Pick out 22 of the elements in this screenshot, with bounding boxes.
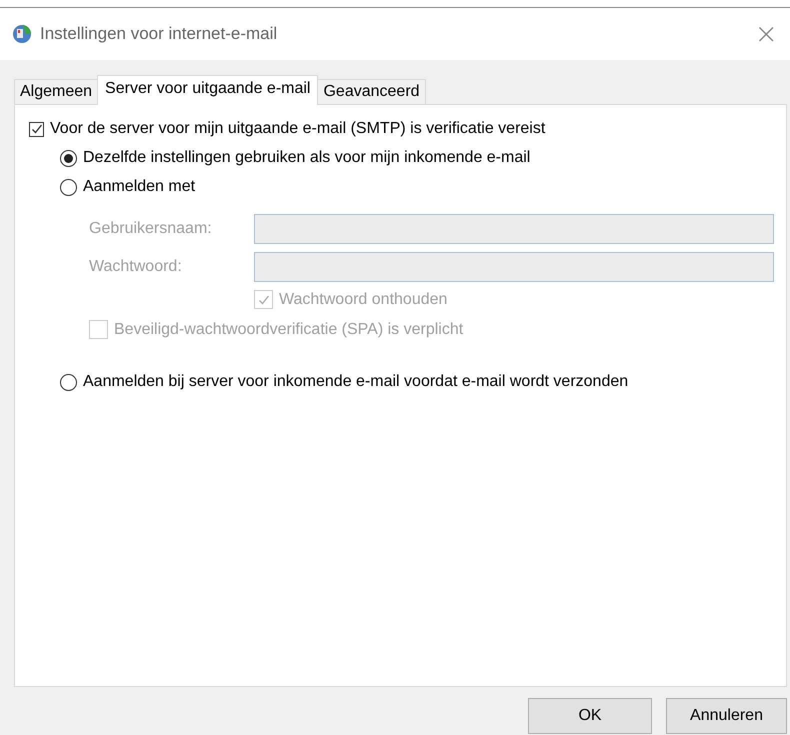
checkbox-label: Wachtwoord onthouden — [279, 290, 448, 308]
tab[interactable]: Server voor uitgaande e-mail — [97, 75, 318, 105]
dialog-button[interactable]: Annuleren — [666, 698, 787, 734]
globe-icon — [12, 24, 32, 44]
checkbox[interactable] — [29, 122, 44, 136]
field-label: Gebruikersnaam: — [89, 220, 213, 238]
radio-label: Dezelfde instellingen gebruiken als voor mijn inkomende e-mail — [83, 149, 530, 167]
close-button[interactable]: × — [752, 20, 780, 48]
field-label: Wachtwoord: — [89, 258, 183, 276]
checkbox-label: Voor de server voor mijn uitgaande e-mail (SMTP) is verificatie vereist — [50, 120, 546, 138]
check-icon — [30, 123, 42, 135]
dialog-button[interactable]: OK — [528, 698, 652, 734]
radio-button[interactable] — [60, 150, 77, 166]
checkbox-label: Beveiligd-wachtwoordverificatie (SPA) is verplicht — [114, 320, 464, 338]
radio-button[interactable] — [60, 374, 77, 390]
radio-label: Aanmelden met — [83, 178, 196, 196]
tab[interactable]: Algemeen — [14, 79, 98, 104]
window-title: Instellingen voor internet-e-mail — [40, 24, 278, 44]
check-icon — [258, 294, 270, 306]
radio-label: Aanmelden bij server voor inkomende e-mail voordat e-mail wordt verzonden — [83, 373, 628, 391]
tab[interactable]: Geavanceerd — [317, 79, 426, 104]
radio-button[interactable] — [60, 178, 77, 196]
